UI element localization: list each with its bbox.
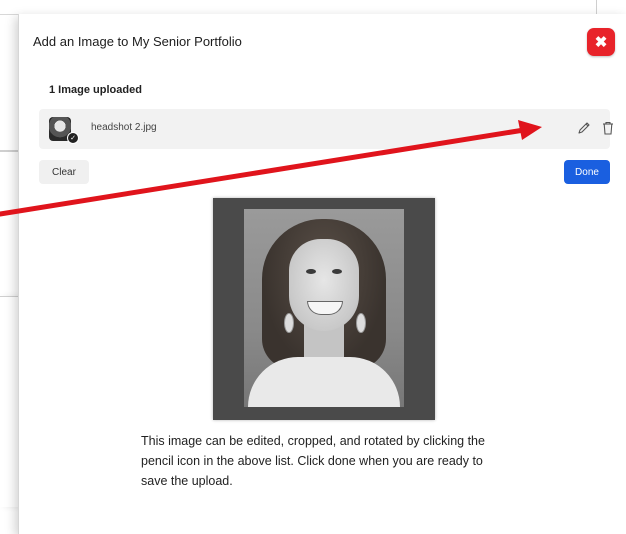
annotation-arrow [0, 120, 542, 217]
